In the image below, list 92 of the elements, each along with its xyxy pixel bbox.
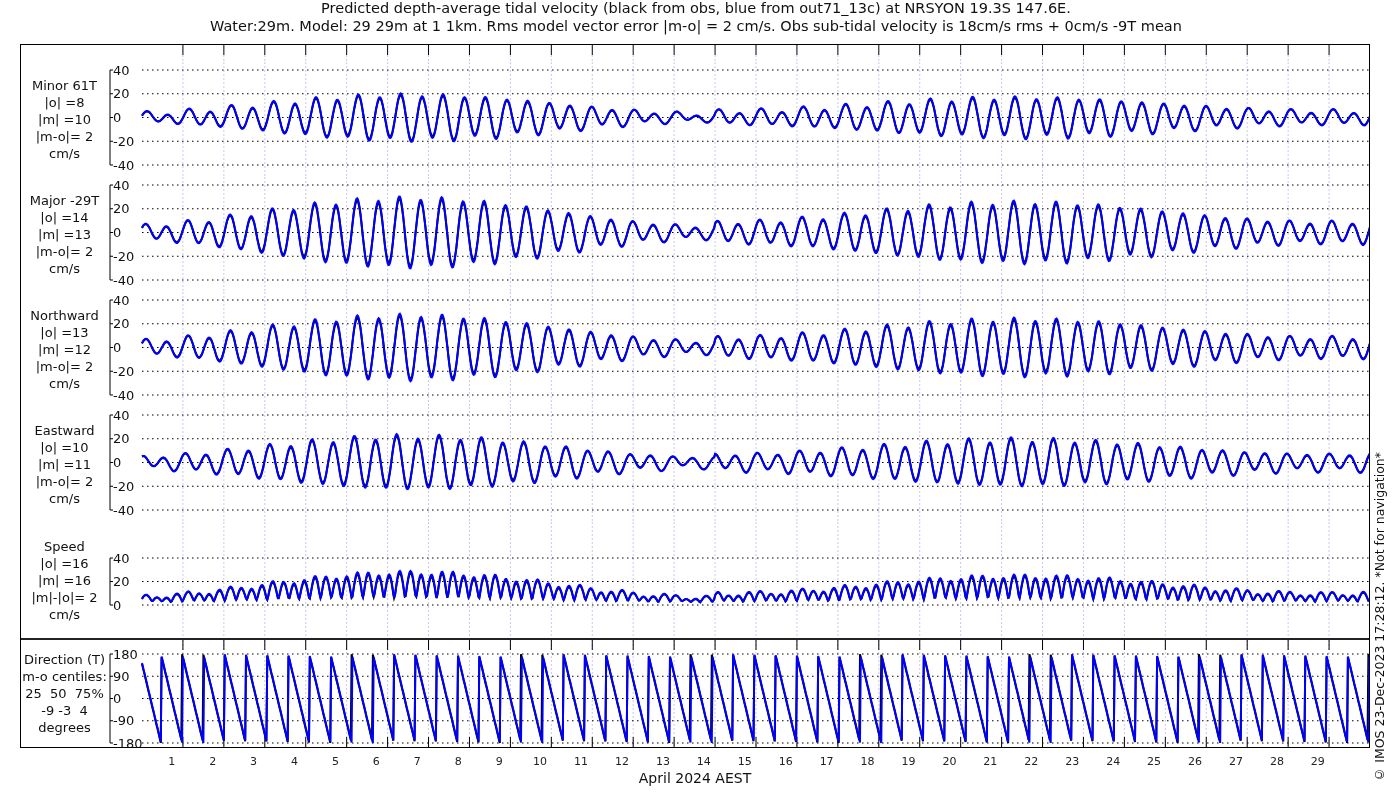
panel-label: 25 50 75%	[25, 685, 104, 702]
x-tick-label: 28	[1269, 755, 1284, 768]
x-tick-label: 27	[1228, 755, 1243, 768]
x-tick-label: 3	[250, 755, 258, 768]
panel-label: Eastward	[34, 422, 95, 439]
y-tick-label: -180	[113, 735, 143, 747]
panel-label: |m-o|= 2	[35, 473, 94, 490]
x-tick-label: 29	[1310, 755, 1325, 768]
y-tick-label: -40	[113, 387, 135, 403]
x-tick-label: 16	[778, 755, 793, 768]
x-tick-label: 7	[413, 755, 421, 768]
x-tick-label: 13	[655, 755, 670, 768]
x-tick-label: 24	[1106, 755, 1121, 768]
x-tick-label: 2	[209, 755, 217, 768]
y-tick-label: 20	[113, 431, 130, 447]
y-tick-label: -40	[113, 157, 135, 173]
panel-label: |m| =13	[38, 226, 91, 243]
y-tick-label: 0	[113, 110, 122, 125]
panel-label: Northward	[30, 307, 99, 324]
y-tick-label: 0	[113, 691, 122, 706]
x-tick-label: 6	[372, 755, 380, 768]
y-tick-label: 40	[113, 550, 130, 566]
panel-label: Speed	[44, 537, 85, 555]
panel-label: cm/s	[49, 490, 80, 507]
x-tick-label: 12	[614, 755, 629, 768]
panel-label: |m|-|o|= 2	[31, 588, 98, 606]
chart-title: Predicted depth-average tidal velocity (black from obs, blue from out71_13c) at NRSYON 19.3S 147.6E.	[321, 0, 1071, 18]
x-tick-label: 23	[1065, 755, 1080, 768]
x-tick-label: 22	[1024, 755, 1039, 768]
y-tick-label: -20	[113, 363, 135, 379]
panel-label: |o| =14	[40, 209, 89, 226]
panel-label: |m| =16	[38, 571, 91, 589]
y-tick-label: 20	[113, 86, 130, 102]
panel-label: m-o centiles:	[22, 668, 107, 685]
panel-label: cm/s	[49, 605, 80, 623]
y-tick-label: 0	[113, 340, 122, 355]
y-tick-label: 40	[113, 292, 130, 308]
panel-label: |m| =11	[38, 456, 91, 473]
y-tick-label: 0	[113, 597, 122, 613]
x-tick-label: 25	[1147, 755, 1162, 768]
panel-label: |o| =8	[44, 94, 85, 111]
y-tick-label: 40	[113, 177, 130, 193]
panel-label: cm/s	[49, 145, 80, 162]
panel-label: Major -29T	[29, 192, 100, 209]
panel-label: |m-o|= 2	[35, 358, 94, 375]
y-tick-label: 40	[113, 62, 130, 78]
x-tick-label: 20	[942, 755, 957, 768]
y-tick-label: -20	[113, 478, 135, 494]
x-tick-label: 17	[819, 755, 834, 768]
x-tick-label: 21	[983, 755, 998, 768]
y-tick-label: -20	[113, 248, 135, 264]
x-tick-label: 11	[574, 755, 589, 768]
x-tick-label: 1	[168, 755, 176, 768]
x-tick-label: 19	[901, 755, 916, 768]
y-tick-label: 20	[113, 201, 130, 217]
panel-label: cm/s	[49, 260, 80, 277]
x-tick-label: 5	[331, 755, 339, 768]
y-tick-label: 90	[113, 668, 130, 684]
y-tick-label: 20	[113, 316, 130, 332]
panel-label: |o| =13	[40, 324, 89, 341]
x-tick-label: 9	[495, 755, 503, 768]
y-tick-label: -40	[113, 502, 135, 518]
y-tick-label: -40	[113, 272, 135, 288]
x-tick-label: 8	[454, 755, 462, 768]
copyright-note: © IMOS 23-Dec-2023 17:28:12. *Not for navigation*	[1372, 452, 1387, 782]
panel-label: |m-o|= 2	[35, 128, 94, 145]
panel-label: |m| =10	[38, 111, 91, 128]
panel-label: |m| =12	[38, 341, 91, 358]
panel-label: |m-o|= 2	[35, 243, 94, 260]
x-tick-label: 14	[696, 755, 711, 768]
x-tick-label: 18	[860, 755, 875, 768]
panel-label: -9 -3 4	[41, 702, 88, 719]
x-tick-label: 15	[737, 755, 752, 768]
chart-title: Water:29m. Model: 29 29m at 1 1km. Rms model vector error |m-o| = 2 cm/s. Obs sub-tidal velocity is 18cm/s rms + 0cm/s -9T mean	[210, 17, 1182, 35]
y-tick-label: 0	[113, 455, 122, 470]
y-tick-label: 40	[113, 407, 130, 423]
y-tick-label: 20	[113, 574, 130, 589]
x-axis-label: April 2024 AEST	[637, 770, 753, 786]
panel-label: Direction (T)	[24, 651, 105, 668]
panel-label: |o| =10	[40, 439, 89, 456]
panel-label: degrees	[38, 719, 91, 736]
panel-label: |o| =16	[40, 554, 89, 572]
x-tick-label: 4	[291, 755, 298, 768]
y-axis	[109, 557, 114, 606]
y-tick-label: 180	[113, 646, 138, 662]
panel-label: Minor 61T	[32, 77, 97, 94]
panel-label: cm/s	[49, 375, 80, 392]
y-tick-label: 0	[113, 225, 122, 240]
y-tick-label: -20	[113, 133, 135, 149]
y-tick-label: -90	[113, 713, 135, 729]
x-tick-label: 26	[1188, 755, 1203, 768]
x-tick-label: 10	[533, 755, 548, 768]
